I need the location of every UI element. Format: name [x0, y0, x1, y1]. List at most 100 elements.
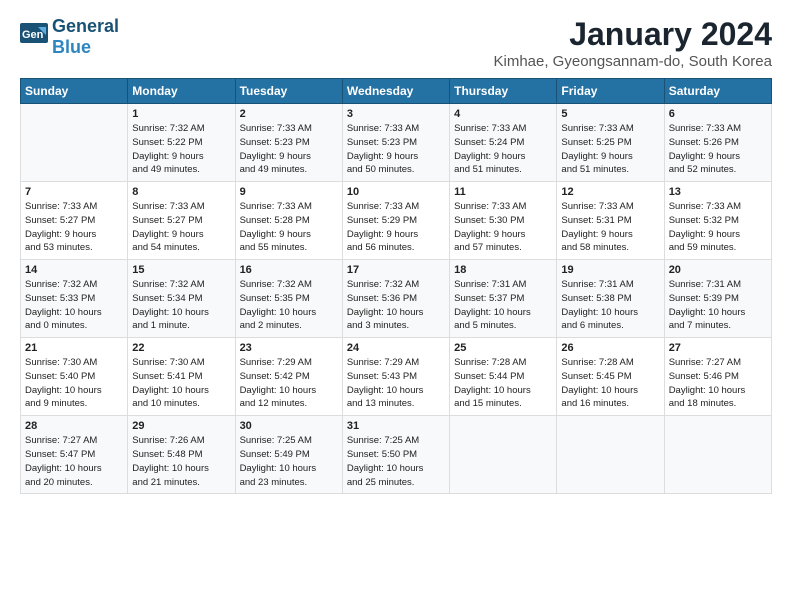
day-info: Sunrise: 7:32 AMSunset: 5:34 PMDaylight:…: [132, 278, 230, 333]
day-number: 28: [25, 420, 123, 432]
day-info: Sunrise: 7:33 AMSunset: 5:26 PMDaylight:…: [669, 122, 767, 177]
title-block: January 2024 Kimhae, Gyeongsannam-do, So…: [493, 16, 772, 70]
day-info: Sunrise: 7:29 AMSunset: 5:42 PMDaylight:…: [240, 356, 338, 411]
calendar-cell: 2 Sunrise: 7:33 AMSunset: 5:23 PMDaylight…: [235, 104, 342, 182]
calendar-cell: 6 Sunrise: 7:33 AMSunset: 5:26 PMDaylight…: [664, 104, 771, 182]
calendar-week-row: 7 Sunrise: 7:33 AMSunset: 5:27 PMDaylight…: [21, 182, 772, 260]
day-info: Sunrise: 7:33 AMSunset: 5:29 PMDaylight:…: [347, 200, 445, 255]
day-info: Sunrise: 7:33 AMSunset: 5:24 PMDaylight:…: [454, 122, 552, 177]
day-number: 23: [240, 342, 338, 354]
calendar-cell: 9 Sunrise: 7:33 AMSunset: 5:28 PMDaylight…: [235, 182, 342, 260]
calendar-cell: 14 Sunrise: 7:32 AMSunset: 5:33 PMDayligh…: [21, 260, 128, 338]
day-info: Sunrise: 7:26 AMSunset: 5:48 PMDaylight:…: [132, 434, 230, 489]
calendar-cell: [21, 104, 128, 182]
day-info: Sunrise: 7:25 AMSunset: 5:49 PMDaylight:…: [240, 434, 338, 489]
day-number: 5: [561, 108, 659, 120]
calendar-cell: 23 Sunrise: 7:29 AMSunset: 5:42 PMDayligh…: [235, 338, 342, 416]
day-info: Sunrise: 7:33 AMSunset: 5:30 PMDaylight:…: [454, 200, 552, 255]
calendar-cell: 21 Sunrise: 7:30 AMSunset: 5:40 PMDayligh…: [21, 338, 128, 416]
day-number: 20: [669, 264, 767, 276]
day-info: Sunrise: 7:33 AMSunset: 5:23 PMDaylight:…: [240, 122, 338, 177]
logo-icon: Gen: [20, 23, 48, 51]
day-number: 26: [561, 342, 659, 354]
day-number: 25: [454, 342, 552, 354]
day-info: Sunrise: 7:33 AMSunset: 5:31 PMDaylight:…: [561, 200, 659, 255]
header: Gen General Blue January 2024 Kimhae, Gy…: [20, 16, 772, 70]
calendar-cell: 27 Sunrise: 7:27 AMSunset: 5:46 PMDayligh…: [664, 338, 771, 416]
day-info: Sunrise: 7:29 AMSunset: 5:43 PMDaylight:…: [347, 356, 445, 411]
calendar-cell: 1 Sunrise: 7:32 AMSunset: 5:22 PMDaylight…: [128, 104, 235, 182]
calendar-cell: 3Sunrise: 7:33 AMSunset: 5:23 PMDaylight…: [342, 104, 449, 182]
day-number: 22: [132, 342, 230, 354]
day-info: Sunrise: 7:27 AMSunset: 5:47 PMDaylight:…: [25, 434, 123, 489]
day-number: 17: [347, 264, 445, 276]
col-monday: Monday: [128, 79, 235, 104]
calendar-cell: 12Sunrise: 7:33 AMSunset: 5:31 PMDayligh…: [557, 182, 664, 260]
calendar-cell: 26Sunrise: 7:28 AMSunset: 5:45 PMDayligh…: [557, 338, 664, 416]
day-info: Sunrise: 7:32 AMSunset: 5:33 PMDaylight:…: [25, 278, 123, 333]
day-number: 9: [240, 186, 338, 198]
day-info: Sunrise: 7:27 AMSunset: 5:46 PMDaylight:…: [669, 356, 767, 411]
day-number: 10: [347, 186, 445, 198]
calendar-cell: 29 Sunrise: 7:26 AMSunset: 5:48 PMDayligh…: [128, 416, 235, 494]
day-number: 1: [132, 108, 230, 120]
calendar-cell: [450, 416, 557, 494]
calendar-cell: 7 Sunrise: 7:33 AMSunset: 5:27 PMDaylight…: [21, 182, 128, 260]
calendar-cell: 8Sunrise: 7:33 AMSunset: 5:27 PMDaylight…: [128, 182, 235, 260]
day-number: 7: [25, 186, 123, 198]
calendar-cell: 19 Sunrise: 7:31 AMSunset: 5:38 PMDayligh…: [557, 260, 664, 338]
calendar-cell: [664, 416, 771, 494]
calendar-table: Sunday Monday Tuesday Wednesday Thursday…: [20, 78, 772, 494]
logo: Gen General Blue: [20, 16, 119, 58]
day-number: 3: [347, 108, 445, 120]
day-number: 6: [669, 108, 767, 120]
calendar-week-row: 28 Sunrise: 7:27 AMSunset: 5:47 PMDayligh…: [21, 416, 772, 494]
calendar-cell: 20 Sunrise: 7:31 AMSunset: 5:39 PMDayligh…: [664, 260, 771, 338]
svg-text:Gen: Gen: [22, 29, 44, 41]
day-number: 15: [132, 264, 230, 276]
day-number: 16: [240, 264, 338, 276]
day-info: Sunrise: 7:30 AMSunset: 5:41 PMDaylight:…: [132, 356, 230, 411]
col-sunday: Sunday: [21, 79, 128, 104]
calendar-cell: 10 Sunrise: 7:33 AMSunset: 5:29 PMDayligh…: [342, 182, 449, 260]
calendar-cell: 15 Sunrise: 7:32 AMSunset: 5:34 PMDayligh…: [128, 260, 235, 338]
day-number: 27: [669, 342, 767, 354]
day-info: Sunrise: 7:32 AMSunset: 5:35 PMDaylight:…: [240, 278, 338, 333]
calendar-cell: 25 Sunrise: 7:28 AMSunset: 5:44 PMDayligh…: [450, 338, 557, 416]
day-number: 18: [454, 264, 552, 276]
day-number: 31: [347, 420, 445, 432]
calendar-page: Gen General Blue January 2024 Kimhae, Gy…: [0, 0, 792, 612]
calendar-week-row: 21 Sunrise: 7:30 AMSunset: 5:40 PMDayligh…: [21, 338, 772, 416]
day-info: Sunrise: 7:31 AMSunset: 5:37 PMDaylight:…: [454, 278, 552, 333]
day-info: Sunrise: 7:25 AMSunset: 5:50 PMDaylight:…: [347, 434, 445, 489]
day-number: 14: [25, 264, 123, 276]
day-info: Sunrise: 7:32 AMSunset: 5:36 PMDaylight:…: [347, 278, 445, 333]
day-info: Sunrise: 7:33 AMSunset: 5:25 PMDaylight:…: [561, 122, 659, 177]
calendar-cell: [557, 416, 664, 494]
day-info: Sunrise: 7:30 AMSunset: 5:40 PMDaylight:…: [25, 356, 123, 411]
day-number: 2: [240, 108, 338, 120]
day-info: Sunrise: 7:33 AMSunset: 5:28 PMDaylight:…: [240, 200, 338, 255]
day-info: Sunrise: 7:33 AMSunset: 5:32 PMDaylight:…: [669, 200, 767, 255]
col-tuesday: Tuesday: [235, 79, 342, 104]
header-row: Sunday Monday Tuesday Wednesday Thursday…: [21, 79, 772, 104]
col-wednesday: Wednesday: [342, 79, 449, 104]
day-info: Sunrise: 7:31 AMSunset: 5:38 PMDaylight:…: [561, 278, 659, 333]
calendar-cell: 4Sunrise: 7:33 AMSunset: 5:24 PMDaylight…: [450, 104, 557, 182]
calendar-cell: 31 Sunrise: 7:25 AMSunset: 5:50 PMDayligh…: [342, 416, 449, 494]
col-saturday: Saturday: [664, 79, 771, 104]
day-info: Sunrise: 7:33 AMSunset: 5:27 PMDaylight:…: [25, 200, 123, 255]
calendar-header: Sunday Monday Tuesday Wednesday Thursday…: [21, 79, 772, 104]
calendar-cell: 30Sunrise: 7:25 AMSunset: 5:49 PMDayligh…: [235, 416, 342, 494]
calendar-body: 1 Sunrise: 7:32 AMSunset: 5:22 PMDaylight…: [21, 104, 772, 494]
day-info: Sunrise: 7:32 AMSunset: 5:22 PMDaylight:…: [132, 122, 230, 177]
day-info: Sunrise: 7:31 AMSunset: 5:39 PMDaylight:…: [669, 278, 767, 333]
day-number: 21: [25, 342, 123, 354]
calendar-cell: 5 Sunrise: 7:33 AMSunset: 5:25 PMDaylight…: [557, 104, 664, 182]
calendar-cell: 24Sunrise: 7:29 AMSunset: 5:43 PMDayligh…: [342, 338, 449, 416]
day-info: Sunrise: 7:28 AMSunset: 5:44 PMDaylight:…: [454, 356, 552, 411]
day-number: 19: [561, 264, 659, 276]
calendar-cell: 16 Sunrise: 7:32 AMSunset: 5:35 PMDayligh…: [235, 260, 342, 338]
col-friday: Friday: [557, 79, 664, 104]
day-number: 29: [132, 420, 230, 432]
